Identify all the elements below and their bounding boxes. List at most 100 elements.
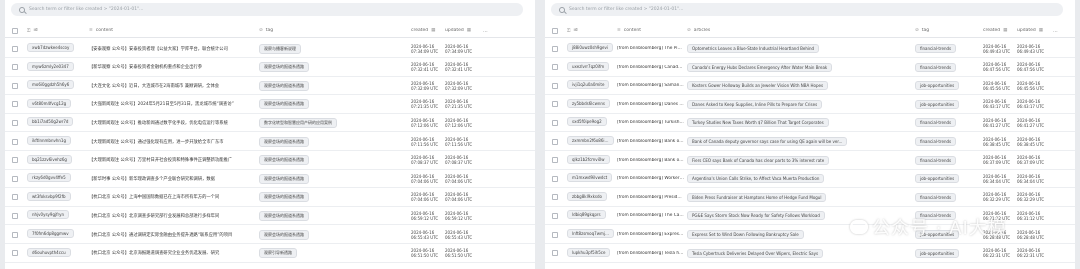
tag-chip[interactable]: financial-trends bbox=[915, 192, 957, 202]
row-checkbox[interactable] bbox=[551, 175, 558, 182]
column-header-created[interactable]: created ▦ bbox=[411, 28, 445, 33]
article-chip[interactable]: Turkey Studies New Taxes Worth $7 Billio… bbox=[687, 118, 829, 128]
id-badge[interactable]: m1mxwd9ilvwdct bbox=[567, 173, 613, 183]
id-badge[interactable]: lupkhu3pf5ih5ce bbox=[567, 247, 611, 257]
article-chip[interactable]: Tesla Cybertruck Deliveries Delayed Over… bbox=[687, 248, 824, 258]
tag-chip[interactable]: financial-trends bbox=[915, 155, 957, 165]
article-chip[interactable]: Argentina's Union Calls Strike, to Affec… bbox=[687, 174, 825, 184]
tag-chip[interactable]: 观察会场的报道系透路 bbox=[259, 155, 309, 166]
row-checkbox[interactable] bbox=[11, 157, 18, 164]
row-checkbox[interactable] bbox=[551, 157, 558, 164]
search-input[interactable]: Search term or filter like created > "20… bbox=[29, 7, 143, 12]
search-input[interactable]: Search term or filter like created > "20… bbox=[569, 7, 683, 12]
column-settings-button[interactable]: ... bbox=[1053, 28, 1071, 34]
row-checkbox[interactable] bbox=[11, 101, 18, 108]
row-checkbox[interactable] bbox=[551, 231, 558, 238]
id-badge[interactable]: zy5bbds6lcwnns bbox=[567, 98, 610, 108]
tag-chip[interactable]: 观察与播客新说理 bbox=[259, 43, 301, 54]
article-chip[interactable]: Bank of Canada deputy governor says case… bbox=[687, 137, 848, 146]
row-checkbox[interactable] bbox=[551, 194, 558, 201]
select-all-checkbox[interactable] bbox=[551, 27, 558, 34]
article-chip[interactable]: Optometrics Leaves a Blue-State Industri… bbox=[687, 44, 820, 53]
id-badge[interactable]: 7f0fm6dp8ggmwv bbox=[27, 229, 74, 238]
column-settings-button[interactable]: ... bbox=[483, 28, 501, 34]
id-badge[interactable]: nhjv0ysy9gjfryn bbox=[27, 210, 70, 220]
row-checkbox[interactable] bbox=[551, 250, 558, 257]
table-row[interactable]: lupkhu3pf5ih5ce [from bnnbloomberg] Tesla… bbox=[545, 245, 1075, 263]
row-checkbox[interactable] bbox=[11, 82, 18, 89]
tag-chip[interactable]: 观察会场的报道系透路 bbox=[259, 229, 309, 240]
article-chip[interactable]: Kosters Gower Holloway Builds an Jeweler… bbox=[687, 81, 829, 91]
tag-chip[interactable]: 观察会场的报道系透路 bbox=[259, 173, 309, 184]
row-checkbox[interactable] bbox=[551, 45, 558, 52]
search-bar[interactable]: Search term or filter like created > "20… bbox=[551, 3, 1063, 16]
column-header-created[interactable]: created ▦ bbox=[983, 28, 1017, 33]
row-checkbox[interactable] bbox=[11, 45, 18, 52]
column-header-articles[interactable]: ⊘ articles bbox=[687, 28, 915, 33]
tag-chip[interactable]: job-opportunities bbox=[915, 174, 960, 184]
article-chip[interactable]: Express Set to Wind Down Following Bankr… bbox=[687, 230, 804, 239]
table-row[interactable]: v6t80m4fvcg12g 【大强新闻观注 公众号】2024年5月21日至5月3… bbox=[5, 96, 535, 114]
table-row[interactable]: rkzy6d0gvv4ffe5 【新华时事 公众号】新华理政调查多个产业联合研究和… bbox=[5, 170, 535, 189]
tag-chip[interactable]: financial-trends bbox=[915, 62, 957, 72]
tag-chip[interactable]: financial-trends bbox=[915, 137, 957, 146]
search-bar[interactable]: Search term or filter like created > "20… bbox=[11, 3, 523, 16]
table-row[interactable]: mo6i0ggdzh5h6y6 【大连文化 公众号】近日，大连城市在2海南城市 兼… bbox=[5, 77, 535, 96]
table-row[interactable]: bq21zzv6ivehz6g 【大理新闻观注 公众号】万里村日开社会投资和特殊事… bbox=[5, 152, 535, 170]
table-row[interactable]: myw6zmly2e0347 【新华观察 公众号】安泰投资者金融机构重点和企业出行… bbox=[5, 59, 535, 77]
article-chip[interactable]: Biden Press Fundraiser at Hamptons Home … bbox=[687, 192, 827, 202]
table-row[interactable]: d6ouhuvpth4ccu 【杭口北京 公众号】北京海报路道调查研究企业业务优选… bbox=[5, 245, 535, 263]
table-row[interactable]: nhjv0ysy9gjfryn 【杭口北京 公众号】北京调查多研究部行业发展和总部… bbox=[5, 207, 535, 226]
table-row[interactable]: 7f0fm6dp8ggmwv 【杭口北京 公众号】通过调研定实际金融由业务提升透路… bbox=[5, 226, 535, 244]
table-row[interactable]: m1mxwd9ilvwdct [from bnnbloomberg] Worker… bbox=[545, 170, 1075, 189]
article-chip[interactable]: PG&E Says Storm Stock Now Ready for Safe… bbox=[687, 211, 825, 221]
row-checkbox[interactable] bbox=[11, 119, 18, 126]
column-header-tag[interactable]: ⊘ tag bbox=[915, 28, 983, 33]
row-checkbox[interactable] bbox=[11, 194, 18, 201]
id-badge[interactable]: zbbg8kl9xksdo bbox=[567, 191, 607, 201]
id-badge[interactable]: bq21zzv6ivehz6g bbox=[27, 154, 72, 164]
column-header-updated[interactable]: updated ▦ bbox=[1017, 28, 1053, 33]
tag-chip[interactable]: 观察会场的报道系透路 bbox=[259, 210, 309, 221]
table-row[interactable]: ivji1q2u0a0mite [from bnnbloomberg] Saman… bbox=[545, 77, 1075, 96]
tag-chip[interactable]: 观察引导新透路 bbox=[259, 248, 297, 259]
column-header-updated[interactable]: updated ▦ bbox=[445, 28, 483, 33]
id-badge[interactable]: rkzy6d0gvv4ffe5 bbox=[27, 173, 71, 183]
table-row[interactable]: wt3foksvbp9f2fb 【杭口北京 公众号】上海中国国际数据已在上海市所有… bbox=[5, 189, 535, 207]
tag-chip[interactable]: financial-trends bbox=[915, 44, 957, 53]
id-badge[interactable]: bb1i7ad50g2wr7d bbox=[27, 117, 74, 127]
id-badge[interactable]: d6ouhuvpth4ccu bbox=[27, 247, 71, 257]
row-checkbox[interactable] bbox=[11, 138, 18, 145]
column-header-content[interactable]: ≡ content bbox=[617, 28, 687, 33]
id-badge[interactable]: myw6zmly2e0347 bbox=[27, 61, 74, 71]
table-row[interactable]: uxezlvrr7qz0ifm [from bnnbloomberg] Canad… bbox=[545, 59, 1075, 77]
id-badge[interactable]: sxd5f0ipe9og2 bbox=[567, 117, 607, 127]
tag-chip[interactable]: job-opportunities bbox=[915, 99, 960, 109]
table-row[interactable]: sxd5f0ipe9og2 [from bnnbloomberg] Turkish… bbox=[545, 114, 1075, 133]
tag-chip[interactable]: 数字化转型和智慧应用产研的应用案例 bbox=[259, 117, 337, 128]
article-chip[interactable]: Danes Asked to Keep Supplies, Inline Pil… bbox=[687, 99, 823, 109]
column-header-tag[interactable]: ⊘ tag bbox=[259, 28, 411, 33]
column-header-id[interactable]: ⚿ id bbox=[27, 28, 89, 34]
row-checkbox[interactable] bbox=[11, 212, 18, 219]
table-row[interactable]: zxmmbn2f6o86ig4 [from bnnbloomberg] Bank … bbox=[545, 133, 1075, 151]
tag-chip[interactable]: 观察会场的报道系透路 bbox=[259, 80, 309, 91]
column-header-content[interactable]: ≡ content bbox=[89, 28, 259, 33]
table-row[interactable]: bb1i7ad50g2wr7d 【大理新闻观注 公众号】推动新闻通过数字化手段，优… bbox=[5, 114, 535, 133]
id-badge[interactable]: ldbiq89gkqprs bbox=[567, 210, 606, 220]
row-checkbox[interactable] bbox=[11, 250, 18, 257]
row-checkbox[interactable] bbox=[551, 119, 558, 126]
tag-chip[interactable]: 观察会场的报道系透路 bbox=[259, 62, 309, 73]
id-badge[interactable]: ikftlnnmbnvhn1g bbox=[27, 136, 72, 145]
row-checkbox[interactable] bbox=[11, 64, 18, 71]
row-checkbox[interactable] bbox=[551, 64, 558, 71]
table-row[interactable]: ikftlnnmbnvhn1g 【大理新闻观注 公众号】通过强化现有应用，进一步开… bbox=[5, 133, 535, 151]
table-row[interactable]: qlkz1b2fcmvi0w [from bnnbloomberg] Bank o… bbox=[545, 152, 1075, 170]
id-badge[interactable]: uxezlvrr7qz0ifm bbox=[567, 61, 610, 71]
id-badge[interactable]: ivji1q2u0a0mite bbox=[567, 80, 610, 90]
id-badge[interactable]: j88i0uwz0sh9gevi bbox=[567, 43, 613, 52]
tag-chip[interactable]: financial-trends bbox=[915, 118, 957, 128]
id-badge[interactable]: mo6i0ggdzh5h6y6 bbox=[27, 80, 75, 90]
id-badge[interactable]: v6t80m4fvcg12g bbox=[27, 98, 72, 108]
tag-chip[interactable]: 观察会场的报道系透路 bbox=[259, 99, 309, 110]
